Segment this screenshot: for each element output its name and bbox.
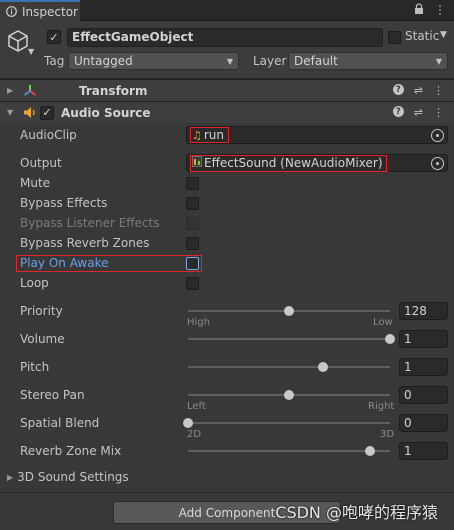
presets-icon[interactable]: ⇌ (414, 84, 423, 97)
tag-label: Tag (44, 54, 65, 68)
pitch-slider-thumb[interactable] (318, 362, 329, 372)
kebab-menu-icon[interactable]: ⋮ (434, 3, 446, 18)
output-value: EffectSound (NewAudioMixer) (204, 156, 383, 170)
play-on-awake-label: Play On Awake (20, 256, 109, 270)
audioclip-value: run (203, 128, 225, 142)
volume-slider-track[interactable] (188, 338, 390, 340)
volume-slider-thumb[interactable] (385, 334, 395, 344)
lock-icon[interactable] (414, 3, 424, 18)
mute-label: Mute (20, 176, 51, 190)
priority-value-field[interactable]: 128 (399, 302, 448, 320)
static-dropdown-icon[interactable]: ▼ (440, 30, 447, 40)
reverb-zone-mix-label: Reverb Zone Mix (20, 444, 122, 458)
audioclip-field[interactable]: ♫ run (186, 126, 448, 144)
transform-title: Transform (79, 83, 148, 98)
bypass-reverb-zones-label: Bypass Reverb Zones (20, 236, 150, 250)
audioclip-label: AudioClip (20, 128, 77, 142)
info-icon (6, 6, 17, 17)
bypass-effects-checkbox[interactable] (186, 197, 199, 210)
reverb-zone-mix-value-field[interactable]: 1 (399, 442, 448, 460)
priority-max-label: Low (373, 317, 393, 328)
audio-clip-icon: ♫ (192, 128, 202, 142)
priority-slider-thumb[interactable] (284, 306, 294, 316)
tab-bar: Inspector ⋮ (0, 0, 454, 21)
tag-dropdown[interactable]: Untagged ▼ (68, 52, 239, 70)
spatial-blend-max-label: 3D (380, 429, 395, 440)
tag-value: Untagged (74, 54, 133, 68)
kebab-menu-icon[interactable]: ⋮ (433, 106, 444, 119)
audio-source-header[interactable]: ▼ ✓ Audio Source ? ⇌ ⋮ (0, 101, 454, 123)
spatial-blend-label: Spatial Blend (20, 416, 100, 430)
bypass-reverb-zones-checkbox[interactable] (186, 237, 199, 250)
stereo-pan-slider-thumb[interactable] (284, 390, 294, 400)
reverb-zone-mix-slider-thumb[interactable] (364, 446, 375, 456)
audio-source-title: Audio Source (61, 105, 151, 120)
active-toggle[interactable]: ✓ (47, 30, 61, 44)
layer-value: Default (294, 54, 338, 68)
pitch-value-field[interactable]: 1 (399, 358, 448, 376)
object-picker-icon[interactable] (431, 157, 444, 170)
output-highlight: EffectSound (NewAudioMixer) (190, 154, 387, 172)
stereo-pan-max-label: Right (368, 401, 395, 412)
bypass-effects-label: Bypass Effects (20, 196, 108, 210)
volume-label: Volume (20, 332, 65, 346)
cube-icon[interactable] (6, 29, 30, 53)
presets-icon[interactable]: ⇌ (414, 106, 423, 119)
audio-source-icon (23, 106, 36, 119)
tab-inspector-label: Inspector (22, 4, 78, 19)
play-on-awake-checkbox[interactable] (186, 257, 199, 270)
mixer-group-icon (192, 156, 202, 170)
priority-label: Priority (20, 304, 63, 318)
audio-source-enabled-toggle[interactable]: ✓ (40, 105, 54, 120)
fold-right-icon: ▶ (7, 472, 14, 482)
volume-value-field[interactable]: 1 (399, 330, 448, 348)
gameobject-header: ▼ ✓ EffectGameObject Static ▼ Tag Untagg… (0, 21, 454, 79)
audioclip-highlight: ♫ run (190, 127, 230, 143)
pitch-label: Pitch (20, 360, 50, 374)
loop-label: Loop (20, 276, 49, 290)
spatial-blend-min-label: 2D (187, 429, 202, 440)
mute-checkbox[interactable] (186, 177, 199, 190)
fold-right-icon[interactable]: ▶ (7, 86, 17, 95)
loop-checkbox[interactable] (186, 277, 199, 290)
stereo-pan-min-label: Left (187, 401, 206, 412)
tab-inspector[interactable]: Inspector (0, 0, 80, 21)
chevron-down-icon: ▼ (226, 56, 233, 66)
priority-min-label: High (187, 317, 210, 328)
static-checkbox[interactable] (388, 31, 401, 44)
layer-label: Layer (253, 54, 287, 68)
watermark: CSDN @咆哮的程序猿 (275, 503, 438, 522)
stereo-pan-label: Stereo Pan (20, 388, 85, 402)
3d-sound-settings-label: 3D Sound Settings (17, 470, 129, 484)
fold-down-icon[interactable]: ▼ (7, 108, 17, 117)
stereo-pan-value-field[interactable]: 0 (399, 386, 448, 404)
transform-header[interactable]: ▶ Transform ? ⇌ ⋮ (0, 79, 454, 101)
chevron-down-icon: ▼ (435, 56, 442, 66)
transform-icon (23, 84, 37, 98)
bypass-listener-effects-checkbox (186, 217, 199, 230)
help-icon[interactable]: ? (392, 84, 404, 95)
kebab-menu-icon[interactable]: ⋮ (433, 84, 444, 97)
output-field[interactable]: EffectSound (NewAudioMixer) (186, 154, 448, 172)
gameobject-name-field[interactable]: EffectGameObject (67, 28, 383, 47)
object-picker-icon[interactable] (431, 129, 444, 142)
divider (0, 492, 454, 493)
chevron-down-icon[interactable]: ▼ (28, 47, 34, 56)
bypass-listener-effects-label: Bypass Listener Effects (20, 216, 160, 230)
spatial-blend-value-field[interactable]: 0 (399, 414, 448, 432)
pitch-slider-track[interactable] (188, 366, 390, 368)
output-label: Output (20, 156, 62, 170)
help-icon[interactable]: ? (392, 106, 404, 117)
spatial-blend-slider-track[interactable] (188, 422, 390, 424)
3d-sound-settings-foldout[interactable]: ▶ 3D Sound Settings (7, 470, 129, 484)
static-label: Static (405, 29, 440, 43)
spatial-blend-slider-thumb[interactable] (183, 418, 193, 428)
layer-dropdown[interactable]: Default ▼ (288, 52, 448, 70)
reverb-zone-mix-slider-track[interactable] (188, 450, 390, 452)
